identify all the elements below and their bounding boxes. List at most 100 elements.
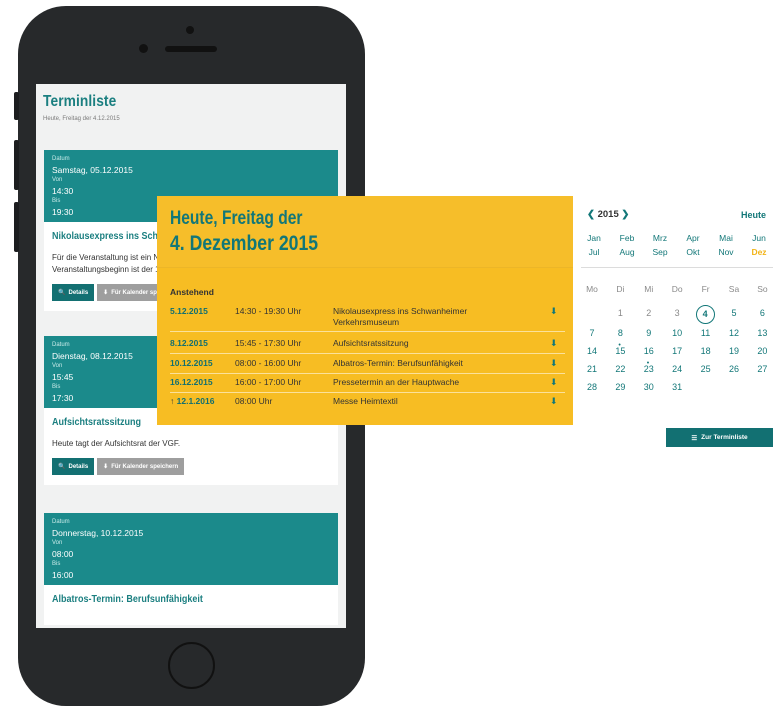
upcoming-event-row[interactable]: 16.12.2015 16:00 - 17:00 Uhr Pressetermi… [170, 377, 565, 393]
day-6[interactable]: 6 [749, 308, 773, 318]
today-panel: Heute, Freitag der 4. Dezember 2015 Anst… [157, 196, 573, 425]
download-icon: ⬇ [103, 464, 109, 470]
day-15[interactable]: 15 [607, 346, 633, 356]
year-selector: ❮ 2015 ❯ [587, 209, 629, 220]
month-aug[interactable]: Aug [612, 247, 642, 257]
divider [581, 267, 773, 268]
month-okt[interactable]: Okt [678, 247, 708, 257]
day-23[interactable]: 23 [636, 364, 662, 374]
upcoming-label: Anstehend [170, 287, 214, 297]
prev-year-icon[interactable]: ❮ [587, 209, 595, 220]
date-value: Samstag, 05.12.2015 [52, 165, 133, 175]
details-button-label: Details [68, 289, 89, 296]
event-card-body: Albatros-Termin: Berufsunfähigkeit [44, 585, 338, 625]
download-icon[interactable]: ⬇ [550, 377, 558, 388]
month-apr[interactable]: Apr [678, 233, 708, 243]
from-label: Von [52, 540, 63, 546]
next-year-icon[interactable]: ❯ [621, 209, 629, 220]
day-11[interactable]: 11 [693, 328, 719, 338]
event-card: Datum Donnerstag, 10.12.2015 Von 08:00 B… [44, 513, 338, 625]
month-jun[interactable]: Jun [744, 233, 773, 243]
day-12[interactable]: 12 [721, 328, 747, 338]
upcoming-event-date: ↑ 12.1.2016 [170, 396, 214, 406]
month-nov[interactable]: Nov [711, 247, 741, 257]
day-25[interactable]: 25 [693, 364, 719, 374]
month-mrz[interactable]: Mrz [645, 233, 675, 243]
upcoming-event-row[interactable]: 8.12.2015 15:45 - 17:30 Uhr Aufsichtsrat… [170, 338, 565, 354]
day-8[interactable]: 8 • [607, 328, 633, 349]
today-link[interactable]: Heute [741, 210, 766, 220]
day-13[interactable]: 13 [749, 328, 773, 338]
day-29[interactable]: 29 [607, 382, 633, 392]
day-5[interactable]: 5 [721, 308, 747, 318]
download-icon[interactable]: ⬇ [550, 306, 558, 317]
upcoming-event-row[interactable]: ↑ 12.1.2016 08:00 Uhr Messe Heimtextil ⬇ [170, 396, 565, 412]
upcoming-event-title[interactable]: Nikolausexpress ins Schwanheimer Verkehr… [333, 306, 503, 328]
pointer-icon: ↑ [170, 396, 175, 406]
today-heading-line2: 4. Dezember 2015 [170, 232, 319, 255]
earpiece-speaker [165, 46, 217, 52]
upcoming-event-row[interactable]: 5.12.2015 14:30 - 19:30 Uhr Nikolausexpr… [170, 306, 565, 332]
day-21[interactable]: 21 [579, 364, 605, 374]
download-icon[interactable]: ⬇ [550, 358, 558, 369]
day-14[interactable]: 14 [579, 346, 605, 356]
details-button[interactable]: 🔍 Details [52, 458, 95, 475]
day-22[interactable]: 22 [607, 364, 633, 374]
day-27[interactable]: 27 [749, 364, 773, 374]
weekday-do: Do [671, 284, 683, 294]
month-feb[interactable]: Feb [612, 233, 642, 243]
day-10[interactable]: 10 [664, 328, 690, 338]
day-7[interactable]: 7 [579, 328, 605, 338]
download-icon[interactable]: ⬇ [550, 396, 558, 407]
home-button[interactable] [168, 642, 215, 689]
day-26[interactable]: 26 [721, 364, 747, 374]
month-sep[interactable]: Sep [645, 247, 675, 257]
calendar-widget: ❮ 2015 ❯ Heute Jan Feb Mrz Apr Mai Jun Jul Aug S… [573, 196, 773, 426]
from-label: Von [52, 177, 63, 183]
to-value: 16:00 [52, 570, 74, 580]
search-icon: 🔍 [58, 290, 66, 296]
upcoming-event-title[interactable]: Pressetermin an der Hauptwache [333, 377, 503, 388]
month-jan[interactable]: Jan [579, 233, 609, 243]
to-event-list-label: Zur Terminliste [701, 434, 748, 441]
to-event-list-button[interactable]: ☰ Zur Terminliste [666, 428, 773, 447]
day-2[interactable]: 2 [636, 308, 662, 318]
date-label: Datum [52, 519, 70, 525]
event-description: Heute tagt der Aufsichtsrat der VGF. [52, 439, 181, 448]
upcoming-event-time: 14:30 - 19:30 Uhr [235, 306, 302, 316]
day-today[interactable]: 4 [695, 305, 715, 324]
day-1[interactable]: 1 [607, 308, 633, 318]
upcoming-event-title[interactable]: Aufsichtsratssitzung [333, 338, 503, 349]
upcoming-event-title[interactable]: Messe Heimtextil [333, 396, 503, 407]
month-dez[interactable]: Dez [744, 247, 773, 257]
weekday-sa: Sa [728, 284, 740, 294]
day-19[interactable]: 19 [721, 346, 747, 356]
camera-lens [139, 44, 148, 53]
event-title[interactable]: Albatros-Termin: Berufsunfähigkeit [52, 594, 302, 605]
month-mai[interactable]: Mai [711, 233, 741, 243]
upcoming-event-title[interactable]: Albatros-Termin: Berufsunfähigkeit [333, 358, 503, 369]
download-icon[interactable]: ⬇ [550, 338, 558, 349]
day-31[interactable]: 31 [664, 382, 690, 392]
today-panel-header: Heute, Freitag der 4. Dezember 2015 [157, 196, 573, 268]
day-18[interactable]: 18 [693, 346, 719, 356]
details-button[interactable]: 🔍 Details [52, 284, 95, 301]
upcoming-event-date: 16.12.2015 [170, 377, 213, 387]
search-icon: 🔍 [58, 464, 66, 470]
volume-up-button [14, 140, 19, 190]
day-9[interactable]: 9 [636, 328, 662, 338]
upcoming-event-date-text: 12.1.2016 [176, 396, 215, 406]
day-17[interactable]: 17 [664, 346, 690, 356]
upcoming-event-time: 08:00 Uhr [235, 396, 273, 406]
month-jul[interactable]: Jul [579, 247, 609, 257]
weekday-mo: Mo [586, 284, 598, 294]
day-16[interactable]: 16 • [636, 346, 662, 367]
mute-switch [14, 92, 19, 120]
upcoming-event-row[interactable]: 10.12.2015 08:00 - 16:00 Uhr Albatros-Te… [170, 358, 565, 374]
day-24[interactable]: 24 [664, 364, 690, 374]
save-to-calendar-button[interactable]: ⬇ Für Kalender speichern [97, 458, 185, 475]
day-28[interactable]: 28 [579, 382, 605, 392]
day-30[interactable]: 30 [636, 382, 662, 392]
day-3[interactable]: 3 [664, 308, 690, 318]
day-20[interactable]: 20 [749, 346, 773, 356]
